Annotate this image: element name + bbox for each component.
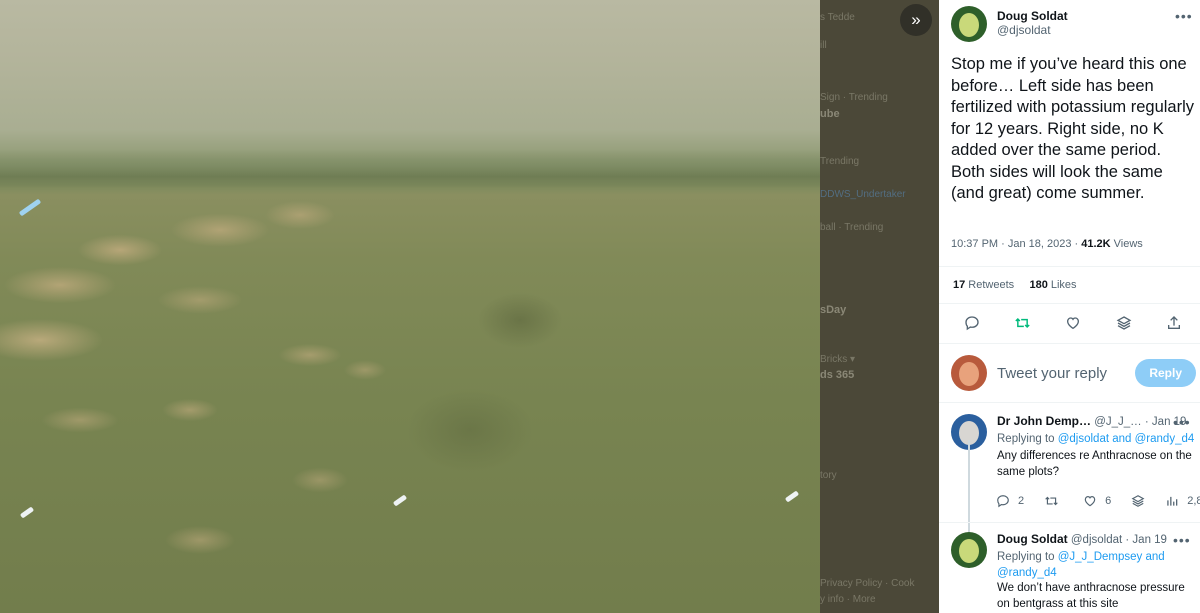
tweet-photo[interactable] <box>0 0 820 613</box>
avatar[interactable] <box>951 532 987 568</box>
background-page-overlay: s Tedde ill Sign · Trending ube Trending… <box>820 0 939 613</box>
more-icon[interactable]: ••• <box>1173 532 1191 548</box>
tweet-meta: 10:37 PM · Jan 18, 2023 · 41.2K Views <box>951 238 1143 250</box>
divider <box>939 343 1200 344</box>
reply-header: Doug Soldat @djsoldat · Jan 19 <box>997 532 1167 546</box>
ghost-text: Bricks ▾ <box>820 354 856 365</box>
ghost-text: ube <box>820 108 840 120</box>
share-icon[interactable] <box>1163 312 1185 334</box>
blue-marker <box>18 198 42 217</box>
author-name[interactable]: Doug Soldat <box>997 9 1068 23</box>
more-icon[interactable]: ••• <box>1175 8 1193 24</box>
avatar[interactable] <box>951 355 987 391</box>
reply-input[interactable]: Tweet your reply <box>997 365 1135 382</box>
reply-count-button[interactable]: 2 <box>996 494 1024 508</box>
reply-header: Dr John Demp… @J_J_… · Jan 19 <box>997 414 1186 428</box>
reply-icon[interactable] <box>961 312 983 334</box>
likes-count[interactable]: 180 <box>1029 279 1047 291</box>
replying-to: Replying to @J_J_Dempsey and @randy_d4 <box>997 549 1197 581</box>
author-handle[interactable]: @djsoldat <box>997 23 1068 37</box>
retweets-label[interactable]: Retweets <box>965 279 1014 291</box>
views-label: Views <box>1110 238 1143 250</box>
reply-icon <box>997 495 1009 508</box>
tweet-header: Doug Soldat @djsoldat <box>951 6 1068 42</box>
ghost-text: sDay <box>820 304 847 316</box>
replying-prefix: Replying to <box>997 551 1058 563</box>
reply-author-name[interactable]: Dr John Demp… <box>997 414 1091 428</box>
double-chevron-right-icon[interactable]: » <box>900 4 932 36</box>
replying-to: Replying to @djsoldat and @randy_d4 <box>997 431 1194 447</box>
more-icon[interactable]: ••• <box>1173 414 1191 430</box>
retweets-count[interactable]: 17 <box>953 279 965 291</box>
white-marker <box>19 506 35 519</box>
grass-fringe <box>0 150 820 188</box>
separator-dot: · <box>1141 416 1152 428</box>
ghost-text: s Tedde <box>820 12 855 23</box>
thread-line <box>968 440 970 532</box>
like-count-button[interactable]: 6 <box>1083 494 1111 508</box>
like-count: 6 <box>1105 495 1112 507</box>
bookmark-stack-icon[interactable] <box>1113 312 1135 334</box>
retweet-icon[interactable] <box>1012 312 1034 334</box>
divider <box>939 266 1200 267</box>
tweet-panel: Doug Soldat @djsoldat ••• Stop me if you… <box>939 0 1200 613</box>
reply-author-name[interactable]: Doug Soldat <box>997 532 1068 546</box>
reply-actions: 2 6 2,849 <box>996 494 1200 508</box>
like-icon[interactable] <box>1062 312 1084 334</box>
separator-dot: · <box>1122 534 1133 546</box>
ghost-text: Privacy Policy · Cook <box>820 578 915 589</box>
tweet-time[interactable]: 10:37 PM · Jan 18, 2023 · <box>951 238 1081 250</box>
reply-author-handle[interactable]: @J_J_… <box>1094 416 1141 428</box>
like-icon <box>1084 496 1096 507</box>
replying-to-links[interactable]: @djsoldat and @randy_d4 <box>1058 433 1195 445</box>
avatar[interactable] <box>951 6 987 42</box>
ghost-text: ball · Trending <box>820 222 884 233</box>
reply-date[interactable]: Jan 19 <box>1132 534 1167 546</box>
reply-text: We don’t have anthracnose pressure on be… <box>997 582 1185 610</box>
reply-count: 2 <box>1018 495 1025 507</box>
reply-button[interactable]: Reply <box>1135 359 1196 387</box>
ghost-text: y info · More <box>820 594 876 605</box>
tweet-actions <box>953 312 1193 334</box>
ghost-text: ds 365 <box>820 369 855 381</box>
white-marker <box>784 490 800 503</box>
divider <box>939 402 1200 403</box>
ghost-text: Trending <box>820 156 860 167</box>
likes-label[interactable]: Likes <box>1048 279 1077 291</box>
views-count: 41.2K <box>1081 238 1111 250</box>
ghost-text: DDWS_Undertaker <box>820 189 906 200</box>
bookmark-stack-icon[interactable] <box>1131 494 1145 508</box>
reply-text: Any differences re Anthracnose on the sa… <box>997 450 1192 478</box>
ghost-text: Sign · Trending <box>820 92 888 103</box>
tweet-text: Stop me if you’ve heard this one before…… <box>951 55 1195 202</box>
ghost-text: tory <box>820 470 837 481</box>
reply-composer: Tweet your reply Reply <box>951 355 1196 391</box>
white-marker <box>392 494 408 507</box>
views-count-button[interactable]: 2,849 <box>1165 494 1200 508</box>
replying-prefix: Replying to <box>997 433 1058 445</box>
ghost-text: ill <box>820 40 827 51</box>
divider <box>939 303 1200 304</box>
analytics-icon <box>1167 496 1178 506</box>
retweet-icon[interactable] <box>1044 494 1059 508</box>
expand-glyph: » <box>911 10 921 29</box>
views-count: 2,849 <box>1187 495 1200 507</box>
tweet-stats: 17 Retweets 180 Likes <box>953 279 1077 291</box>
reply-author-handle[interactable]: @djsoldat <box>1071 534 1122 546</box>
divider <box>939 522 1200 523</box>
